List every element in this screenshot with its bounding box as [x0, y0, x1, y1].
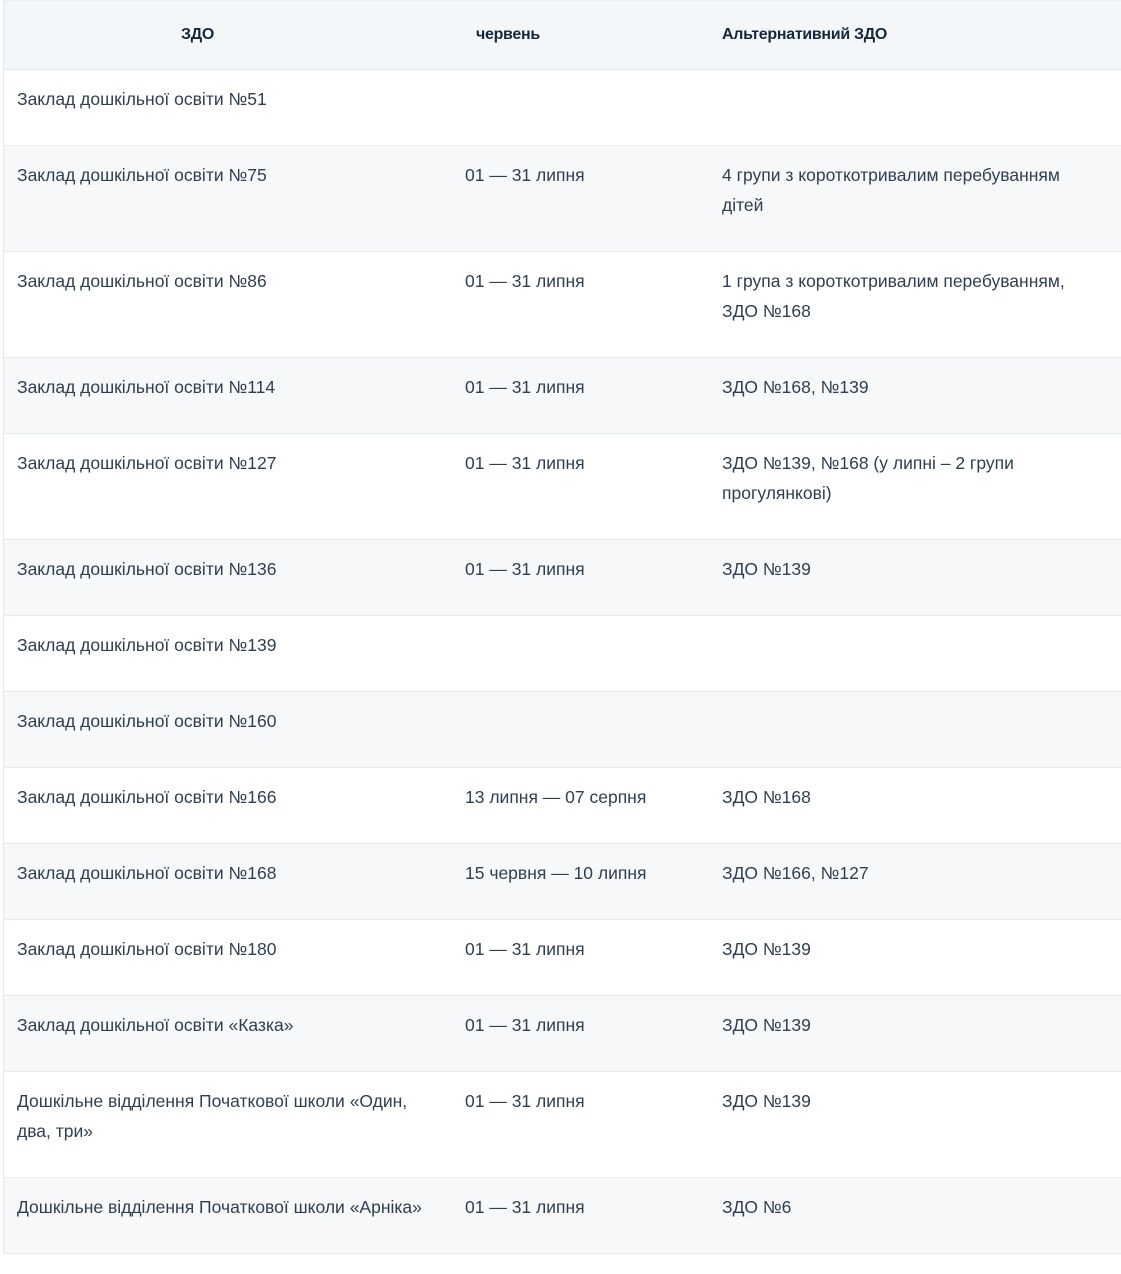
header-month: червень — [476, 26, 540, 43]
cell-name: Заклад дошкільної освіти №114 — [17, 377, 276, 397]
cell-period: 01 — 31 липня — [465, 559, 585, 579]
table-row: Заклад дошкільної освіти №168 15 червня … — [4, 844, 1121, 920]
header-zdo: ЗДО — [181, 26, 214, 43]
table-row: Заклад дошкільної освіти №86 01 — 31 лип… — [4, 252, 1121, 358]
cell-period: 01 — 31 липня — [465, 1091, 585, 1111]
table-row: Заклад дошкільної освіти №166 13 липня —… — [4, 768, 1121, 844]
cell-alternative: ЗДО №139 — [722, 1091, 811, 1111]
table-row: Заклад дошкільної освіти №51 — [4, 70, 1121, 146]
cell-name: Дошкільне відділення Початкової школи «О… — [17, 1091, 408, 1141]
cell-alternative: ЗДО №139, №168 (у липні – 2 групи прогул… — [722, 453, 1014, 503]
cell-alternative: ЗДО №166, №127 — [722, 863, 869, 883]
cell-name: Заклад дошкільної освіти №168 — [17, 863, 277, 883]
cell-period: 01 — 31 липня — [465, 271, 585, 291]
cell-name: Заклад дошкільної освіти №166 — [17, 787, 277, 807]
cell-name: Заклад дошкільної освіти №136 — [17, 559, 277, 579]
cell-period: 01 — 31 липня — [465, 1197, 585, 1217]
cell-period: 01 — 31 липня — [465, 1015, 585, 1035]
cell-alternative: ЗДО №168 — [722, 787, 811, 807]
table-row: Заклад дошкільної освіти №114 01 — 31 ли… — [4, 358, 1121, 434]
cell-period: 01 — 31 липня — [465, 377, 585, 397]
cell-name: Дошкільне відділення Початкової школи «А… — [17, 1197, 422, 1217]
cell-name: Заклад дошкільної освіти №75 — [17, 165, 267, 185]
table-row: Дошкільне відділення Початкової школи «О… — [4, 1072, 1121, 1178]
cell-period: 01 — 31 липня — [465, 939, 585, 959]
table-row: Заклад дошкільної освіти №136 01 — 31 ли… — [4, 540, 1121, 616]
table-row: Заклад дошкільної освіти №127 01 — 31 ли… — [4, 434, 1121, 540]
cell-alternative: ЗДО №139 — [722, 1015, 811, 1035]
cell-period: 01 — 31 липня — [465, 453, 585, 473]
cell-name: Заклад дошкільної освіти №180 — [17, 939, 277, 959]
kindergarten-schedule-table: ЗДО червень Альтернативний ЗДО Заклад до… — [3, 0, 1121, 1254]
cell-name: Заклад дошкільної освіти №86 — [17, 271, 267, 291]
cell-alternative: ЗДО №168, №139 — [722, 377, 869, 397]
cell-alternative: 4 групи з короткотривалим перебуванням д… — [722, 165, 1060, 215]
cell-name: Заклад дошкільної освіти «Казка» — [17, 1015, 294, 1035]
table-row: Заклад дошкільної освіти №75 01 — 31 лип… — [4, 146, 1121, 252]
cell-alternative: ЗДО №139 — [722, 559, 811, 579]
cell-name: Заклад дошкільної освіти №127 — [17, 453, 277, 473]
table-row: Дошкільне відділення Початкової школи «А… — [4, 1178, 1121, 1254]
table-header: ЗДО червень Альтернативний ЗДО — [4, 0, 1121, 70]
table-row: Заклад дошкільної освіти №139 — [4, 616, 1121, 692]
cell-alternative: ЗДО №139 — [722, 939, 811, 959]
table-row: Заклад дошкільної освіти «Казка» 01 — 31… — [4, 996, 1121, 1072]
cell-period: 15 червня — 10 липня — [465, 863, 647, 883]
cell-alternative: ЗДО №6 — [722, 1197, 792, 1217]
cell-period: 13 липня — 07 серпня — [465, 787, 647, 807]
table-row: Заклад дошкільної освіти №180 01 — 31 ли… — [4, 920, 1121, 996]
cell-period: 01 — 31 липня — [465, 165, 585, 185]
cell-name: Заклад дошкільної освіти №139 — [17, 635, 277, 655]
cell-name: Заклад дошкільної освіти №51 — [17, 89, 267, 109]
header-alternative: Альтернативний ЗДО — [722, 26, 887, 43]
cell-alternative: 1 група з короткотривалим перебуванням, … — [722, 271, 1065, 321]
cell-name: Заклад дошкільної освіти №160 — [17, 711, 277, 731]
table-row: Заклад дошкільної освіти №160 — [4, 692, 1121, 768]
